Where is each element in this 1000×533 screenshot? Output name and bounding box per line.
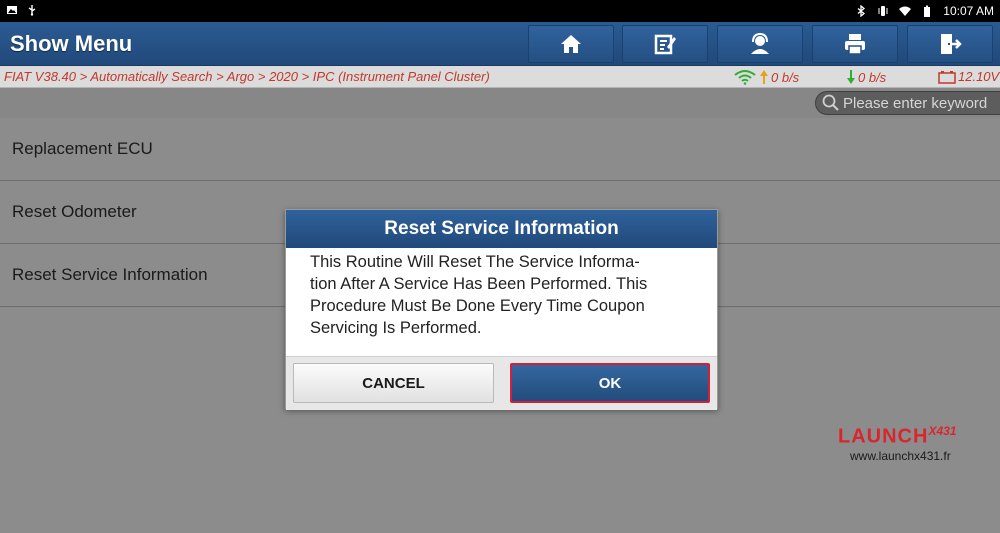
- reset-service-dialog: Reset Service Information This Routine W…: [285, 209, 718, 410]
- edit-icon: [654, 34, 676, 55]
- watermark-logo: LAUNCHX431: [838, 424, 957, 448]
- dialog-message: This Routine Will Reset The Service Info…: [286, 248, 717, 360]
- clock: 10:07 AM: [943, 4, 994, 18]
- dialog-footer: CANCEL OK: [286, 356, 717, 410]
- wifi-signal-icon: [734, 70, 756, 85]
- edit-button[interactable]: [622, 25, 708, 63]
- search-box[interactable]: [815, 91, 1000, 115]
- watermark-url: www.launchx431.fr: [850, 448, 951, 463]
- dialog-message-line: Servicing Is Performed.: [310, 319, 482, 337]
- image-icon: [7, 6, 17, 14]
- print-icon: [845, 34, 865, 55]
- search-row: [0, 88, 1000, 118]
- breadcrumb: FIAT V38.40 > Automatically Search > Arg…: [4, 69, 490, 84]
- support-button[interactable]: [717, 25, 803, 63]
- usb-icon: [28, 5, 36, 16]
- app-header: Show Menu: [0, 22, 1000, 66]
- dialog-message-line: Procedure Must Be Done Every Time Coupon: [310, 297, 645, 315]
- exit-button[interactable]: [907, 25, 993, 63]
- bluetooth-icon: [857, 5, 866, 17]
- home-button[interactable]: [528, 25, 614, 63]
- search-icon: [822, 94, 839, 111]
- dialog-message-line: This Routine Will Reset The Service Info…: [310, 253, 640, 271]
- search-input[interactable]: [843, 94, 1000, 112]
- cancel-button[interactable]: CANCEL: [293, 363, 494, 403]
- exit-icon: [941, 34, 962, 54]
- status-bar: 10:07 AM: [0, 0, 1000, 22]
- upload-arrow-icon: [760, 70, 768, 84]
- dialog-message-line: tion After A Service Has Been Performed.…: [310, 275, 648, 293]
- breadcrumb-bar: FIAT V38.40 > Automatically Search > Arg…: [0, 66, 1000, 88]
- page-title: Show Menu: [10, 31, 133, 56]
- ok-button[interactable]: OK: [510, 363, 710, 403]
- vibrate-icon: [878, 6, 888, 16]
- car-battery-icon: [938, 70, 956, 84]
- list-item-replacement-ecu[interactable]: Replacement ECU: [0, 118, 1000, 181]
- download-rate: 0 b/s: [846, 69, 886, 85]
- dialog-title: Reset Service Information: [286, 210, 717, 248]
- battery-voltage: 12.10V: [938, 69, 999, 84]
- upload-rate: 0 b/s: [733, 69, 799, 85]
- support-icon: [751, 32, 769, 54]
- launch-watermark: LAUNCHX431 www.launchx431.fr: [838, 424, 956, 463]
- home-icon: [561, 35, 581, 53]
- battery-icon: [924, 5, 931, 17]
- wifi-icon: [899, 6, 912, 16]
- print-button[interactable]: [812, 25, 898, 63]
- download-arrow-icon: [847, 70, 855, 84]
